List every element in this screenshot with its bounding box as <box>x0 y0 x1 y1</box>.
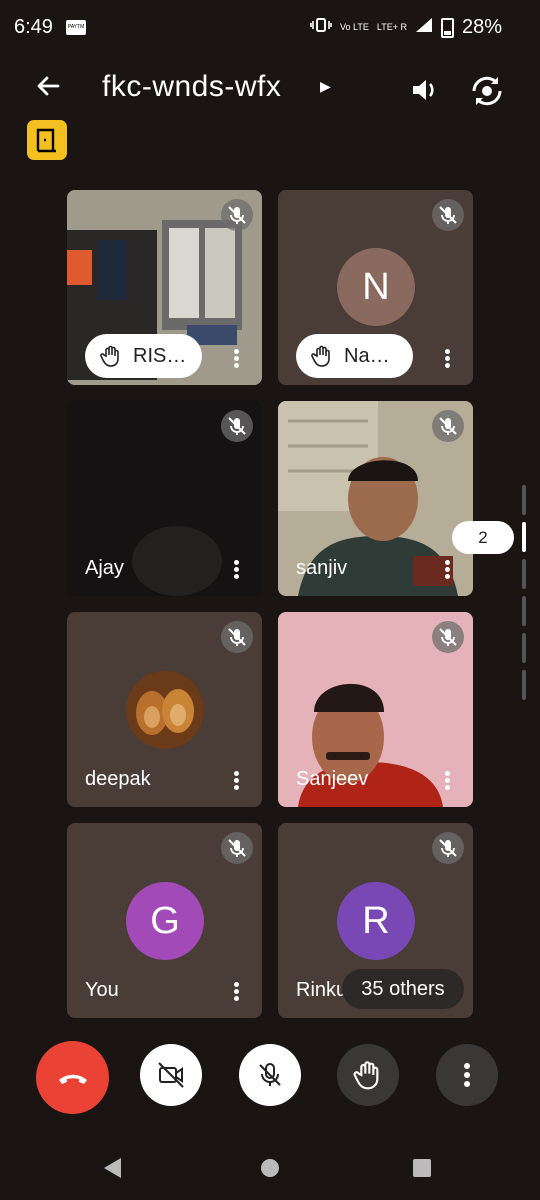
avatar: N <box>337 248 415 326</box>
raised-hand-icon <box>311 345 330 367</box>
tile-menu-icon[interactable] <box>232 769 240 793</box>
speaker-icon[interactable] <box>404 70 444 110</box>
raise-hand-button[interactable] <box>337 1044 399 1106</box>
scroll-segment[interactable] <box>522 670 526 700</box>
signal-icon <box>415 16 433 39</box>
switch-camera-icon[interactable] <box>466 70 508 112</box>
participant-name: sanjiv <box>296 557 348 579</box>
raised-hand-badge: Na… <box>296 334 413 378</box>
muted-mic-icon <box>221 410 253 442</box>
participant-tile[interactable]: G You <box>67 823 262 1018</box>
meeting-code[interactable]: fkc-wnds-wfx <box>102 70 281 104</box>
nav-home-icon[interactable] <box>261 1159 279 1177</box>
participant-name: Rinku <box>296 979 348 1001</box>
muted-mic-icon <box>432 621 464 653</box>
participant-name: Ajay <box>85 557 124 579</box>
muted-mic-icon <box>221 199 253 231</box>
end-call-button[interactable] <box>36 1041 109 1114</box>
camera-toggle-button[interactable] <box>140 1044 202 1106</box>
nav-back-icon[interactable] <box>104 1158 121 1178</box>
tile-menu-icon[interactable] <box>443 558 451 582</box>
hang-up-icon <box>58 1074 87 1084</box>
battery-icon <box>440 17 454 38</box>
lion-avatar <box>126 671 204 749</box>
participant-tile[interactable]: deepak <box>67 612 262 807</box>
battery-percent: 28% <box>461 16 502 38</box>
status-time: 6:49 <box>14 16 53 38</box>
raised-hand-badge: RIS… <box>85 334 202 378</box>
meeting-header: fkc-wnds-wfx ▶ <box>0 60 540 116</box>
participant-tile[interactable]: sanjiv <box>278 401 473 596</box>
muted-mic-icon <box>221 621 253 653</box>
scroll-segment[interactable] <box>522 596 526 626</box>
network-label: LTE+ R <box>376 22 407 32</box>
participant-name: deepak <box>85 768 151 790</box>
tile-menu-icon[interactable] <box>232 980 240 1004</box>
avatar: G <box>126 882 204 960</box>
mic-off-icon <box>259 1063 281 1086</box>
more-options-button[interactable] <box>436 1044 498 1106</box>
scroll-segment[interactable] <box>522 559 526 589</box>
muted-mic-icon <box>432 410 464 442</box>
tile-menu-icon[interactable] <box>443 347 451 371</box>
scroll-segment-active[interactable] <box>522 522 526 552</box>
scroll-segment[interactable] <box>522 485 526 515</box>
raise-hand-icon <box>353 1061 379 1090</box>
participant-tile[interactable]: RIS… <box>67 190 262 385</box>
participant-name: Sanjeev <box>296 768 369 790</box>
participant-tile[interactable]: N Na… <box>278 190 473 385</box>
raised-hand-icon <box>100 345 119 367</box>
muted-mic-icon <box>432 832 464 864</box>
page-indicator: 2 <box>452 521 514 554</box>
back-arrow-icon[interactable] <box>30 72 66 104</box>
exit-door-icon[interactable] <box>27 120 67 160</box>
scroll-segment[interactable] <box>522 633 526 663</box>
tile-menu-icon[interactable] <box>232 347 240 371</box>
participant-name: You <box>85 979 119 1001</box>
muted-mic-icon <box>221 832 253 864</box>
status-bar: 6:49 PAYTM Vo LTE LTE+ R 28% <box>0 0 540 58</box>
participant-name: Na… <box>344 345 390 367</box>
caret-right-icon[interactable]: ▶ <box>320 78 331 95</box>
avatar: R <box>337 882 415 960</box>
paytm-notification-icon: PAYTM <box>66 20 86 35</box>
more-vert-icon <box>464 1063 470 1087</box>
participant-name: RIS… <box>133 345 187 367</box>
participant-tile[interactable]: Sanjeev <box>278 612 473 807</box>
vibrate-icon <box>310 16 332 39</box>
volte-label: Vo LTE <box>340 22 369 32</box>
tile-menu-icon[interactable] <box>232 558 240 582</box>
nav-recents-icon[interactable] <box>413 1159 431 1177</box>
muted-mic-icon <box>432 199 464 231</box>
others-count-button[interactable]: 35 others <box>342 969 464 1009</box>
tile-menu-icon[interactable] <box>443 769 451 793</box>
participant-tile[interactable]: Ajay <box>67 401 262 596</box>
camera-off-icon <box>158 1062 184 1088</box>
mic-toggle-button[interactable] <box>239 1044 301 1106</box>
